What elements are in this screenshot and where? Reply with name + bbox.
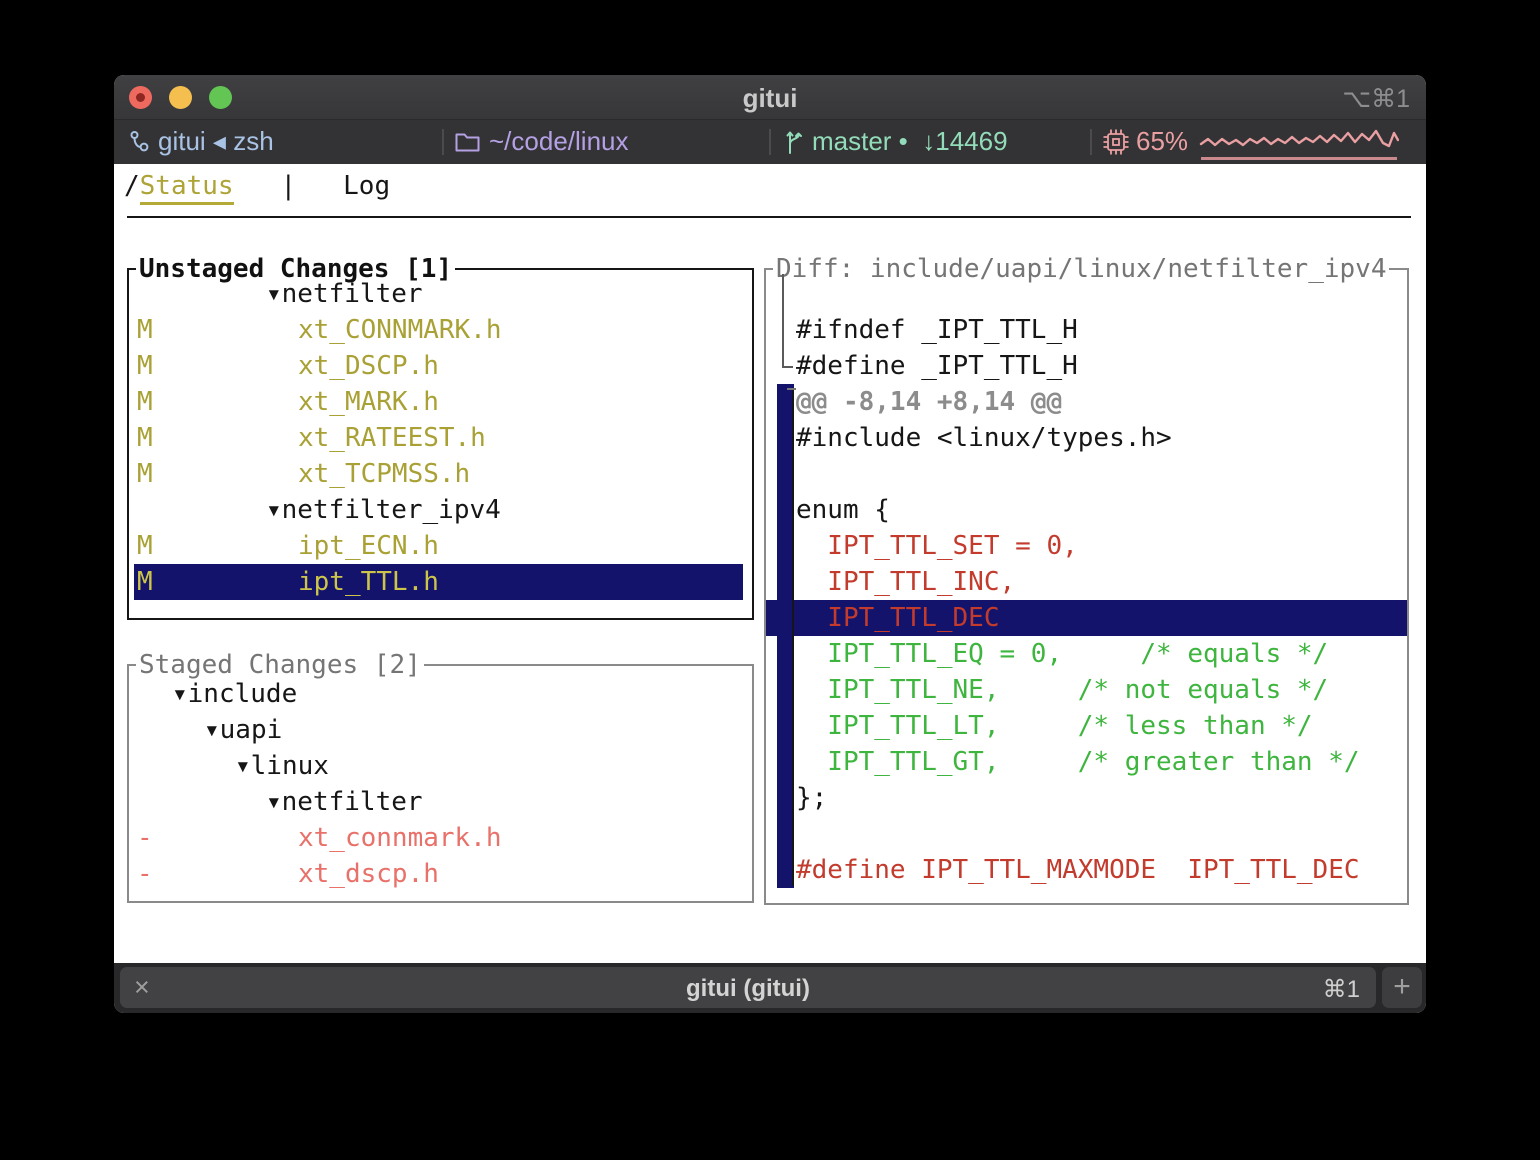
file-row[interactable]: Mxt_DSCP.h <box>129 348 752 384</box>
staged-file-list: ▾include▾uapi▾linux▾netfilter-xt_connmar… <box>129 676 752 901</box>
new-tab-button[interactable]: + <box>1382 967 1422 1008</box>
cpu-chip-icon <box>1102 128 1130 156</box>
terminal-content: /Status | Log Unstaged Changes [1] ▾netf… <box>114 164 1426 963</box>
diff-line[interactable] <box>766 816 1407 852</box>
statusbar-separator <box>769 129 771 155</box>
window-shortcut-badge: ⌥⌘1 <box>1342 84 1410 114</box>
file-name: ipt_ECN.h <box>129 528 439 564</box>
diff-line[interactable]: #define _IPT_TTL_H <box>766 348 1407 384</box>
file-row[interactable]: ▾uapi <box>129 712 752 748</box>
tab-title: gitui (gitui) <box>120 975 1376 1003</box>
window-title: gitui <box>114 83 1426 114</box>
cpu-usage-sparkline <box>1199 127 1399 157</box>
folder-name: ▾uapi <box>129 712 282 748</box>
terminal-tab[interactable]: × gitui (gitui) ⌘1 <box>120 967 1376 1008</box>
plus-icon: + <box>1382 970 1422 1004</box>
tab-status[interactable]: Status <box>140 171 234 205</box>
diff-line[interactable]: @@ -8,14 +8,14 @@ <box>766 384 1407 420</box>
diff-line[interactable]: #define IPT_TTL_MAXMODE IPT_TTL_DEC <box>766 852 1407 888</box>
cpu-percent-label: 65% <box>1136 126 1188 157</box>
folder-name: ▾include <box>129 676 297 712</box>
selected-hunk-bracket-tick <box>787 388 796 390</box>
tab-log[interactable]: Log <box>343 171 390 201</box>
file-row[interactable]: Mipt_ECN.h <box>129 528 752 564</box>
file-name: ipt_TTL.h <box>129 564 439 600</box>
folder-name: ▾netfilter <box>129 784 423 820</box>
file-row[interactable]: ▾linux <box>129 748 752 784</box>
diff-content: #ifndef _IPT_TTL_H#define _IPT_TTL_H@@ -… <box>766 276 1407 903</box>
file-name: xt_TCPMSS.h <box>129 456 470 492</box>
diff-line[interactable]: IPT_TTL_INC, <box>766 564 1407 600</box>
diff-line[interactable]: IPT_TTL_SET = 0, <box>766 528 1407 564</box>
selected-hunk-bracket <box>792 388 794 886</box>
file-row[interactable]: ▾include <box>129 676 752 712</box>
file-row[interactable]: ▾netfilter <box>129 784 752 820</box>
hunk-marker-tick <box>782 366 793 368</box>
diff-line[interactable]: enum { <box>766 492 1407 528</box>
bottom-tab-bar: × gitui (gitui) ⌘1 + <box>114 963 1426 1013</box>
titlebar: gitui ⌥⌘1 <box>114 75 1426 120</box>
git-branch-label: master • ↓14469 <box>812 126 1008 157</box>
folder-name: ▾netfilter <box>129 276 423 312</box>
diff-line[interactable] <box>766 456 1407 492</box>
sparkline-baseline <box>1201 157 1397 160</box>
session-nodes-icon <box>128 129 152 155</box>
hunk-marker-line <box>782 274 784 368</box>
terminal-window: gitui ⌥⌘1 gitui ◂ zsh ~/code/linux maste… <box>114 75 1426 1013</box>
git-branch-icon <box>784 128 806 156</box>
status-bar: gitui ◂ zsh ~/code/linux master • ↓14469… <box>114 120 1426 164</box>
file-name: xt_DSCP.h <box>129 348 439 384</box>
file-name: xt_CONNMARK.h <box>129 312 502 348</box>
diff-line[interactable]: #ifndef _IPT_TTL_H <box>766 312 1407 348</box>
file-row[interactable]: ▾netfilter_ipv4 <box>129 492 752 528</box>
unstaged-changes-panel: Unstaged Changes [1] ▾netfilterMxt_CONNM… <box>127 268 754 620</box>
file-name: xt_MARK.h <box>129 384 439 420</box>
unstaged-file-list: ▾netfilterMxt_CONNMARK.hMxt_DSCP.hMxt_MA… <box>129 276 752 618</box>
file-row[interactable]: Mxt_TCPMSS.h <box>129 456 752 492</box>
folder-name: ▾netfilter_ipv4 <box>129 492 501 528</box>
tab-divider <box>127 216 1411 218</box>
file-row[interactable]: Mxt_CONNMARK.h <box>129 312 752 348</box>
diff-panel: Diff: include/uapi/linux/netfilter_ipv4 … <box>764 268 1409 905</box>
diff-line[interactable]: IPT_TTL_DEC <box>766 600 1407 636</box>
diff-line[interactable] <box>766 276 1407 312</box>
file-row[interactable]: -xt_connmark.h <box>129 820 752 856</box>
statusbar-separator <box>1090 129 1092 155</box>
file-row[interactable]: Mxt_RATEEST.h <box>129 420 752 456</box>
file-row[interactable]: ▾netfilter <box>129 276 752 312</box>
file-name: xt_connmark.h <box>129 820 502 856</box>
file-row[interactable]: Mxt_MARK.h <box>129 384 752 420</box>
session-label: gitui ◂ zsh <box>158 126 274 157</box>
diff-line[interactable]: }; <box>766 780 1407 816</box>
diff-line[interactable]: IPT_TTL_EQ = 0, /* equals */ <box>766 636 1407 672</box>
tab-separator: | <box>234 171 344 201</box>
staged-changes-panel: Staged Changes [2] ▾include▾uapi▾linux▾n… <box>127 664 754 903</box>
file-name: xt_dscp.h <box>129 856 439 892</box>
file-name: xt_RATEEST.h <box>129 420 486 456</box>
file-row[interactable]: Mipt_TTL.h <box>129 564 752 600</box>
diff-line[interactable]: IPT_TTL_NE, /* not equals */ <box>766 672 1407 708</box>
tab-shortcut-badge: ⌘1 <box>1323 975 1360 1004</box>
diff-line[interactable]: IPT_TTL_GT, /* greater than */ <box>766 744 1407 780</box>
diff-line[interactable]: IPT_TTL_LT, /* less than */ <box>766 708 1407 744</box>
folder-name: ▾linux <box>129 748 329 784</box>
tab-slash: / <box>124 171 140 201</box>
tab-bar: /Status | Log <box>124 171 390 201</box>
statusbar-separator <box>442 129 444 155</box>
folder-icon <box>454 130 481 154</box>
diff-line[interactable]: #include <linux/types.h> <box>766 420 1407 456</box>
path-label: ~/code/linux <box>489 126 628 157</box>
file-row[interactable]: -xt_dscp.h <box>129 856 752 892</box>
